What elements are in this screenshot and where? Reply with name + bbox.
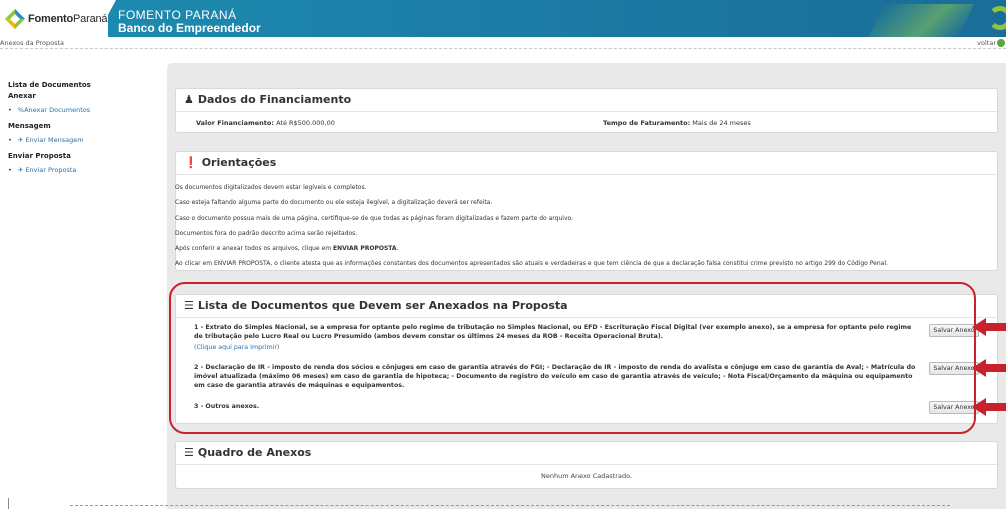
financing-card: ♟ Dados do Financiamento Valor Financiame… (175, 88, 998, 133)
guidelines-heading: ❗ Orientações (184, 156, 277, 169)
red-arrow-icon (972, 318, 1006, 336)
financing-amount: Valor Financiamento: Até R$500.000,00 (196, 119, 335, 127)
sidebar-title-message: Mensagem (8, 122, 51, 130)
sidebar-subtitle-attach: Anexar (8, 92, 36, 100)
red-arrow-icon (972, 359, 1006, 377)
back-link[interactable]: voltar (977, 39, 996, 47)
header-decoration-ring (988, 6, 1006, 30)
fomento-logo-icon (5, 9, 25, 29)
sidebar-title-send-proposal: Enviar Proposta (8, 152, 71, 160)
attachments-heading: ☰ Quadro de Anexos (184, 446, 312, 459)
sidebar-title-documents: Lista de Documentos (8, 81, 91, 89)
sidebar-item-send-message[interactable]: • ✈ Enviar Mensagem (8, 135, 158, 145)
highlight-annotation (169, 282, 976, 434)
financing-heading: ♟ Dados do Financiamento (184, 93, 352, 106)
send-icon: ✈ (17, 166, 24, 174)
breadcrumb-bar: Anexos da Proposta voltar (0, 37, 1006, 49)
sidebar: Lista de Documentos Anexar • %Anexar Doc… (8, 80, 158, 181)
empty-attachments-message: Nenhum Anexo Cadastrado. (540, 472, 633, 480)
sidebar-item-attach-documents[interactable]: • %Anexar Documentos (8, 105, 158, 115)
bullet-icon: • (8, 106, 12, 114)
divider (176, 111, 997, 112)
app-header: FomentoParaná FOMENTO PARANÁ Banco do Em… (0, 0, 1006, 37)
divider (176, 174, 997, 175)
breadcrumb: Anexos da Proposta (0, 39, 65, 47)
guidelines-list: Os documentos digitalizados devem estar … (175, 180, 965, 272)
bullet-icon: • (8, 136, 12, 144)
logo-text[interactable]: FomentoParaná (28, 13, 108, 25)
header-decoration (868, 4, 974, 37)
info-circle-icon: ❗ (184, 156, 198, 169)
brand-subtitle: Banco do Empreendedor (118, 21, 261, 35)
guideline-line: Caso esteja faltando alguma parte do doc… (175, 199, 493, 207)
guideline-line: Ao clicar em ENVIAR PROPOSTA, o cliente … (175, 260, 888, 268)
red-arrow-icon (972, 398, 1006, 416)
bottom-divider (70, 505, 950, 506)
bullet-icon: • (8, 166, 12, 174)
list-icon: ☰ (184, 446, 194, 459)
guideline-line: Caso o documento possua mais de uma pági… (175, 214, 573, 222)
guideline-line-send: Após conferir e anexar todos os arquivos… (175, 245, 399, 253)
attachments-card: ☰ Quadro de Anexos Nenhum Anexo Cadastrad… (175, 441, 998, 489)
guideline-line: Documentos fora do padrão descrito acima… (175, 229, 358, 237)
guideline-line: Os documentos digitalizados devem estar … (175, 184, 367, 191)
user-icon: ♟ (184, 93, 194, 106)
send-icon: ✈ (17, 136, 24, 144)
brand-title: FOMENTO PARANÁ (118, 8, 237, 22)
billing-time: Tempo de Faturamento: Mais de 24 meses (603, 119, 751, 127)
back-icon[interactable] (997, 39, 1005, 47)
divider (176, 464, 997, 465)
left-rule (8, 498, 9, 509)
sidebar-item-send-proposal[interactable]: • ✈ Enviar Proposta (8, 165, 158, 175)
